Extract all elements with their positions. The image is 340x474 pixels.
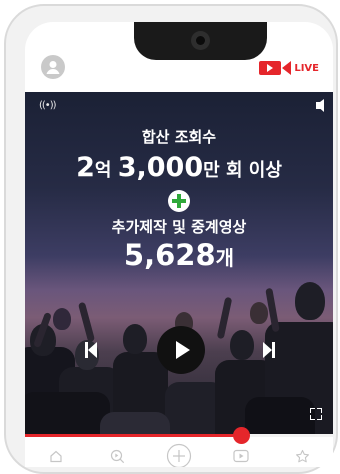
video-progress-fill [25, 434, 241, 437]
phone-frame: LIVE ((•)) 합산 조회수 2억 3,000만 회 이상 추가제작 및 … [4, 4, 338, 474]
overlay-subtitle: 추가제작 및 중계영상 [111, 218, 247, 236]
search-icon[interactable] [103, 442, 131, 467]
overlay-title: 합산 조회수 [141, 128, 217, 146]
play-icon[interactable] [157, 326, 205, 374]
bottom-nav [25, 440, 333, 467]
speaker-icon[interactable] [316, 99, 324, 112]
broadcast-icon: ((•)) [39, 100, 56, 111]
star-icon[interactable] [288, 442, 316, 467]
overlay-views: 2억 3,000만 회 이상 [76, 152, 282, 183]
phone-notch [134, 22, 267, 60]
front-camera-icon [191, 31, 210, 50]
add-icon[interactable] [165, 442, 193, 467]
overlay-count: 5,628개 [123, 238, 235, 272]
live-camera-icon [259, 61, 282, 75]
live-label: LIVE [294, 62, 319, 74]
user-avatar-icon[interactable] [41, 55, 65, 79]
plus-icon [168, 190, 190, 212]
live-badge[interactable]: LIVE [259, 60, 319, 76]
skip-previous-icon[interactable] [85, 342, 97, 358]
skip-next-icon[interactable] [263, 342, 275, 358]
home-icon[interactable] [42, 442, 70, 467]
play-box-icon[interactable] [227, 442, 255, 467]
video-progress-bar[interactable] [25, 427, 333, 444]
phone-screen: LIVE ((•)) 합산 조회수 2억 3,000만 회 이상 추가제작 및 … [25, 22, 333, 467]
video-player[interactable]: ((•)) 합산 조회수 2억 3,000만 회 이상 추가제작 및 중계영상 … [25, 92, 333, 434]
fullscreen-icon[interactable] [310, 408, 322, 420]
